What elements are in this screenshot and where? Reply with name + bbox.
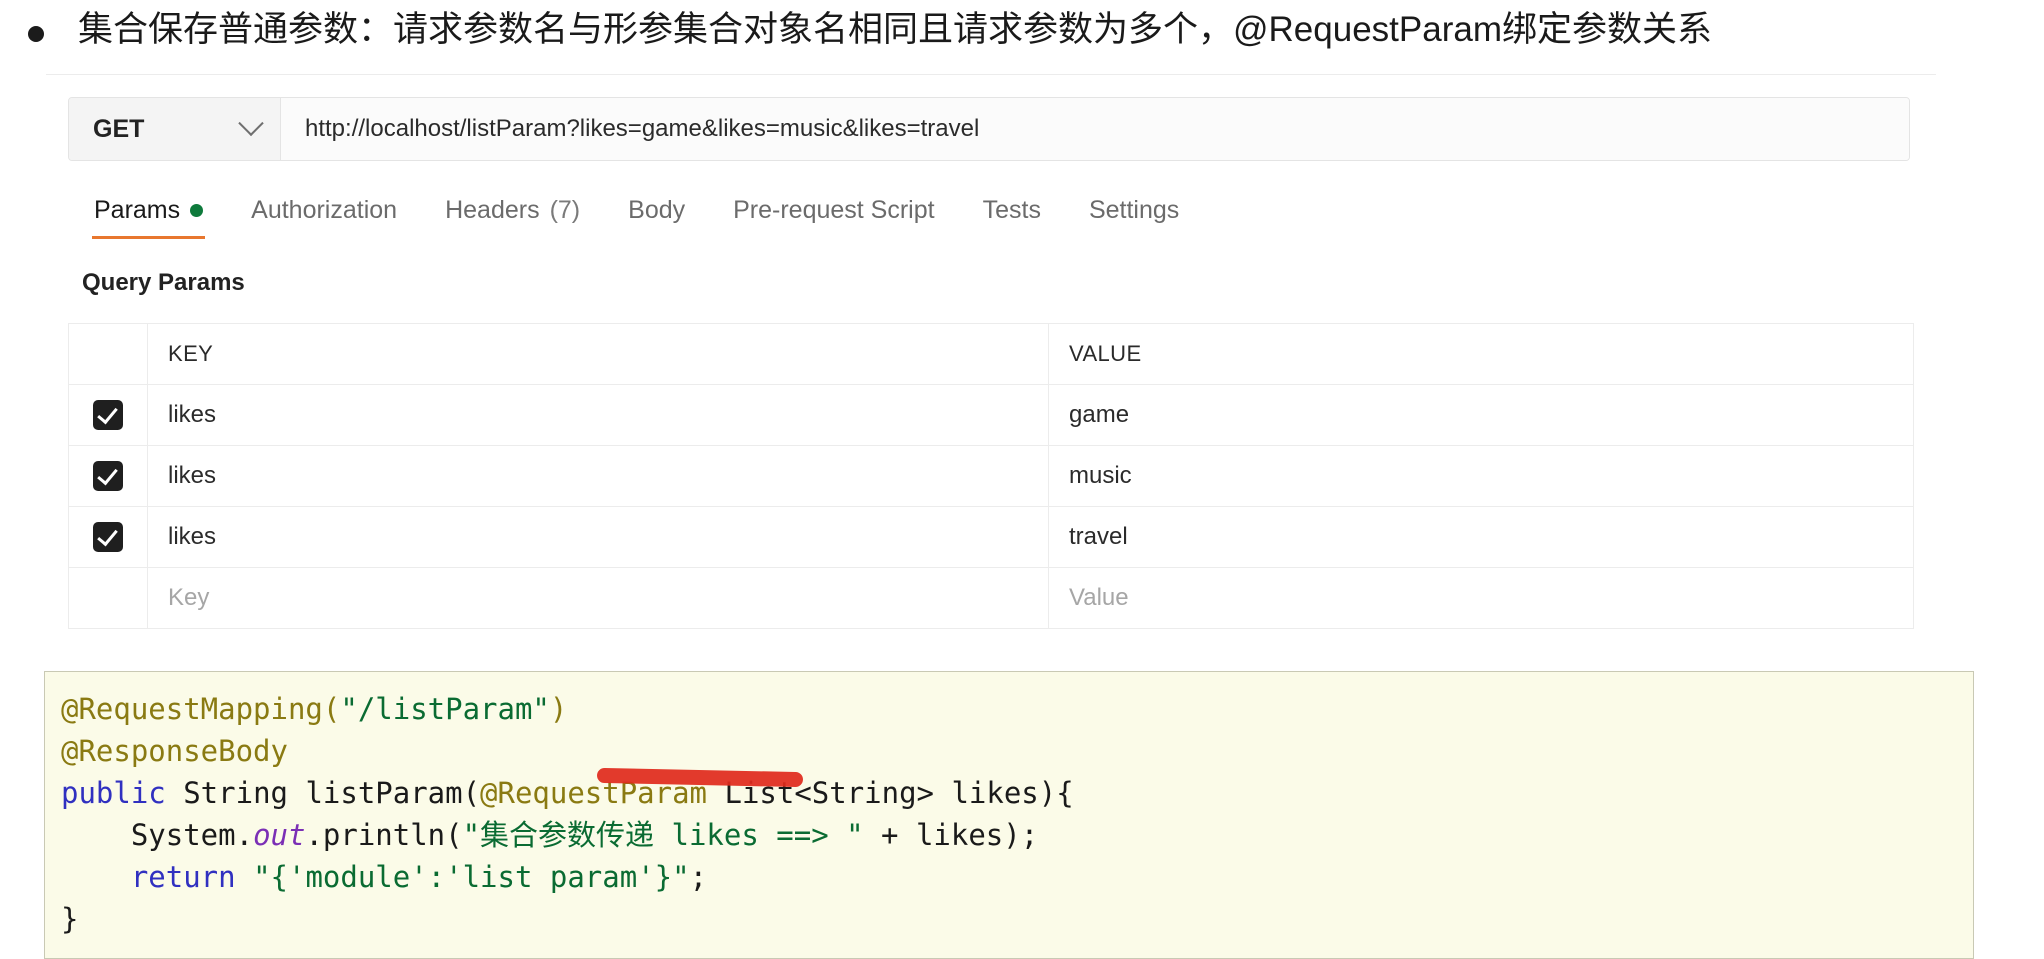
- query-params-table: KEY VALUE likes game likes music likes t…: [68, 323, 1914, 629]
- checkbox-checked-icon[interactable]: [93, 522, 123, 552]
- tab-label: Authorization: [251, 196, 398, 224]
- code-token: return: [130, 860, 236, 894]
- code-token: String listParam(: [165, 776, 481, 810]
- http-method-label: GET: [93, 114, 145, 143]
- param-key[interactable]: likes: [147, 384, 1049, 446]
- code-token: public: [61, 776, 166, 810]
- tab-body[interactable]: Body: [604, 196, 709, 239]
- tab-label: Pre-request Script: [733, 196, 935, 224]
- chevron-down-icon: [238, 110, 264, 137]
- tab-headers[interactable]: Headers (7): [421, 196, 604, 239]
- code-token: }: [61, 902, 79, 936]
- params-modified-dot-icon: [190, 204, 204, 217]
- code-token: .println(: [305, 818, 463, 852]
- http-method-select[interactable]: GET: [69, 98, 281, 160]
- param-key[interactable]: likes: [147, 445, 1049, 507]
- table-row: likes game: [68, 384, 1914, 446]
- code-token: @RequestMapping(: [61, 692, 341, 726]
- code-token: ): [549, 692, 568, 726]
- column-header-value: VALUE: [1048, 323, 1914, 385]
- checkbox-checked-icon[interactable]: [93, 461, 123, 491]
- section-heading: 集合保存普通参数：请求参数名与形参集合对象名相同且请求参数为多个，@Reques…: [0, 0, 2044, 62]
- row-checkbox-cell[interactable]: [68, 506, 148, 568]
- page-title: 集合保存普通参数：请求参数名与形参集合对象名相同且请求参数为多个，@Reques…: [78, 10, 1712, 49]
- checkbox-checked-icon[interactable]: [93, 400, 123, 430]
- tab-label: Body: [628, 196, 686, 224]
- table-header-row: KEY VALUE: [68, 323, 1914, 385]
- headers-count: (7): [549, 196, 581, 224]
- postman-request-panel: GET http://localhost/listParam?likes=gam…: [46, 74, 1936, 629]
- table-row: likes travel: [68, 506, 1914, 568]
- column-header-key: KEY: [147, 323, 1049, 385]
- param-value[interactable]: music: [1048, 445, 1914, 507]
- table-row-empty: Key Value: [68, 567, 1914, 629]
- request-url-bar: GET http://localhost/listParam?likes=gam…: [68, 97, 1910, 161]
- bullet-icon: [28, 26, 44, 42]
- param-value-placeholder[interactable]: Value: [1048, 567, 1914, 629]
- row-checkbox-cell-empty[interactable]: [68, 567, 148, 629]
- row-checkbox-cell[interactable]: [68, 384, 148, 446]
- tab-params[interactable]: Params: [70, 196, 227, 239]
- tab-label: Tests: [982, 196, 1041, 224]
- code-token: "/listParam": [340, 692, 550, 726]
- code-token: @ResponseBody: [61, 734, 288, 768]
- param-value[interactable]: game: [1048, 384, 1914, 446]
- select-all-column: [68, 323, 148, 385]
- tab-tests[interactable]: Tests: [959, 196, 1065, 239]
- table-row: likes music: [68, 445, 1914, 507]
- param-value[interactable]: travel: [1048, 506, 1914, 568]
- code-token: "{'module':'list param'}": [253, 860, 690, 894]
- request-tabs: Params Authorization Headers (7) Body Pr…: [70, 183, 1936, 239]
- tab-pre-request-script[interactable]: Pre-request Script: [709, 196, 958, 239]
- code-block: @RequestMapping("/listParam") @ResponseB…: [44, 671, 1974, 959]
- row-checkbox-cell[interactable]: [68, 445, 148, 507]
- tab-authorization[interactable]: Authorization: [227, 196, 421, 239]
- param-key[interactable]: likes: [147, 506, 1049, 568]
- code-token: "集合参数传递 likes ==> ": [462, 818, 864, 852]
- query-params-title: Query Params: [82, 269, 245, 296]
- tab-settings[interactable]: Settings: [1065, 196, 1203, 239]
- java-source-code: @RequestMapping("/listParam") @ResponseB…: [45, 688, 1973, 940]
- tab-label: Headers: [445, 196, 540, 224]
- code-token: out: [253, 818, 306, 852]
- tab-label: Params: [94, 196, 181, 224]
- code-token: System.: [61, 818, 254, 852]
- param-key-placeholder[interactable]: Key: [147, 567, 1049, 629]
- tab-label: Settings: [1088, 196, 1180, 224]
- code-token: + likes);: [863, 818, 1039, 852]
- code-token: ;: [689, 860, 708, 894]
- request-url-input[interactable]: http://localhost/listParam?likes=game&li…: [281, 98, 1909, 160]
